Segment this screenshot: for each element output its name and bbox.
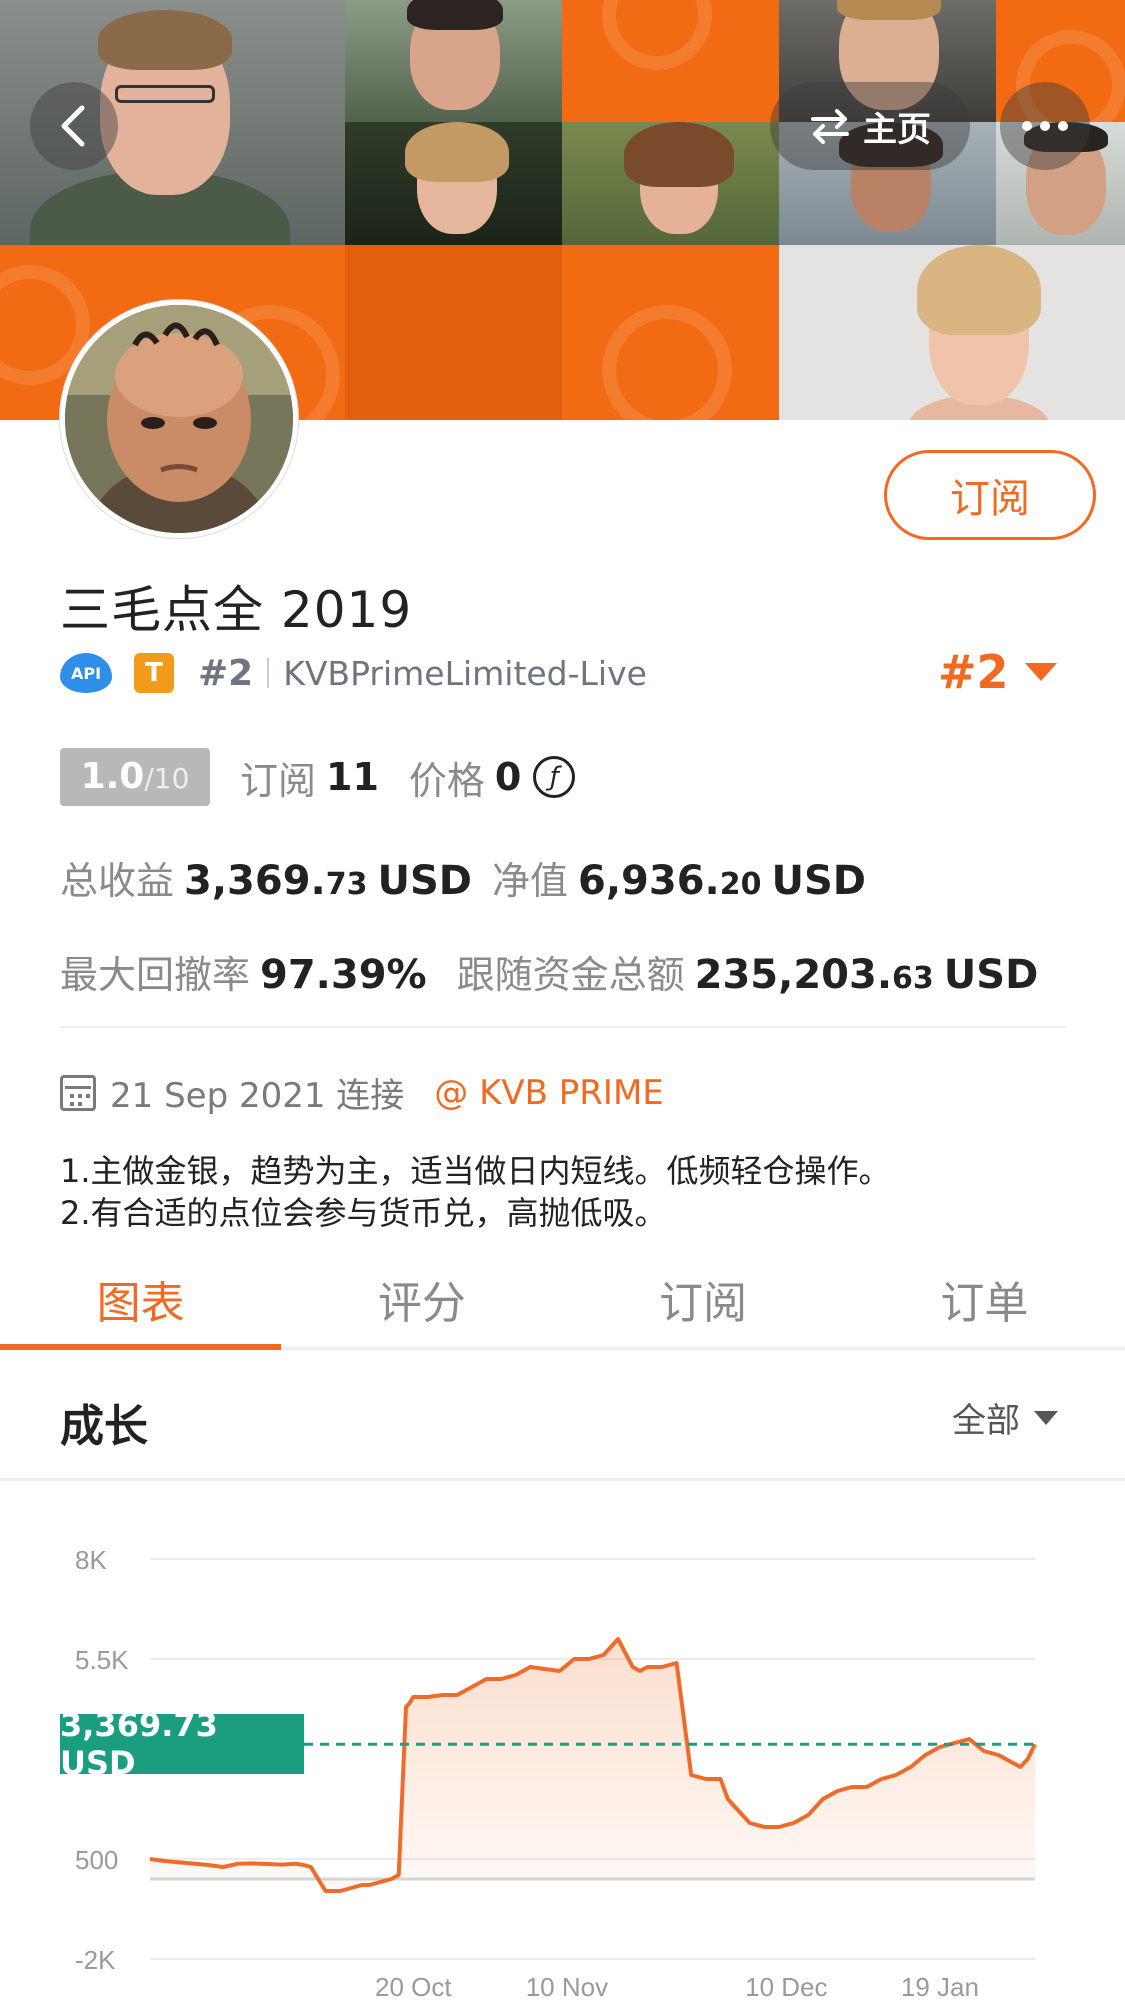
stats-row-profit: 总收益 3,369. 73 USD 净值 6,936. 20 USD xyxy=(60,850,866,905)
y-tick-label: 5.5K xyxy=(75,1645,129,1675)
equity-dec: 20 xyxy=(719,867,762,902)
divider xyxy=(267,658,270,688)
price-value: 0 xyxy=(494,755,522,799)
rank-small: #2 xyxy=(198,652,254,694)
follow-funds-unit: USD xyxy=(943,952,1039,998)
divider xyxy=(60,1026,1066,1028)
avatar xyxy=(60,300,298,538)
max-drawdown-label: 最大回撤率 xyxy=(60,953,251,997)
price-label: 价格 xyxy=(408,758,485,803)
back-button[interactable] xyxy=(30,82,118,170)
rank-value: #2 xyxy=(938,645,1009,699)
rank-dropdown[interactable]: #2 xyxy=(938,645,1057,699)
total-profit-int: 3,369. xyxy=(184,858,326,904)
description-line: 2.有合适的点位会参与货币兑，高抛低吸。 xyxy=(60,1194,667,1232)
connected-date: 21 Sep 2021 连接 xyxy=(110,1076,405,1116)
x-tick-label: 10 Nov xyxy=(526,1972,608,2001)
tab-orders[interactable]: 订单 xyxy=(844,1250,1125,1347)
profile-name: 三毛点全 2019 xyxy=(60,581,413,639)
broker-link[interactable]: @ KVB PRIME xyxy=(434,1073,663,1113)
tab-rating[interactable]: 评分 xyxy=(281,1250,562,1347)
banner-photo-woman-blonde xyxy=(345,122,562,245)
tab-bar: 图表 评分 订阅 订单 xyxy=(0,1250,1125,1350)
calendar-icon xyxy=(60,1074,96,1111)
banner-orange-tile xyxy=(345,245,562,420)
caret-down-icon xyxy=(1034,1410,1058,1425)
follow-funds-dec: 63 xyxy=(892,961,934,996)
y-tick-label: 500 xyxy=(75,1845,118,1875)
range-filter-label: 全部 xyxy=(952,1401,1020,1441)
more-button[interactable] xyxy=(1000,82,1090,170)
subscribers-label: 订阅 xyxy=(240,758,317,803)
banner-photo-woman-smiling xyxy=(779,245,1125,420)
score-value: 1.0 xyxy=(80,756,145,797)
banner-orange-tile xyxy=(562,0,779,122)
section-title: 成长 xyxy=(60,1401,148,1452)
total-profit-label: 总收益 xyxy=(60,859,175,903)
x-tick-label: 20 Oct xyxy=(375,1972,452,2001)
total-profit-unit: USD xyxy=(377,858,472,904)
equity-int: 6,936. xyxy=(578,858,720,904)
strategy-description: 1.主做金银，趋势为主，适当做日内短线。低频轻仓操作。 2.有合适的点位会参与货… xyxy=(60,1150,891,1234)
equity-unit: USD xyxy=(771,858,866,904)
home-label: 主页 xyxy=(863,109,931,150)
follow-funds-int: 235,203. xyxy=(694,952,893,998)
chevron-left-icon xyxy=(61,105,85,147)
api-badge: API xyxy=(60,653,112,693)
x-tick-label: 10 Dec xyxy=(745,1972,827,2001)
total-profit-dec: 73 xyxy=(325,867,368,902)
equity-label: 净值 xyxy=(491,859,568,903)
tab-subscriptions[interactable]: 订阅 xyxy=(563,1250,844,1347)
banner-orange-tile xyxy=(562,245,779,420)
y-tick-label: -2K xyxy=(75,1945,116,1975)
banner-photo-woman-brunette xyxy=(562,122,779,245)
home-button[interactable]: 主页 xyxy=(770,82,970,170)
caret-down-icon xyxy=(1024,663,1057,681)
tier-badge: T xyxy=(134,653,174,693)
swap-arrows-icon xyxy=(811,109,849,144)
subscribe-button[interactable]: 订阅 xyxy=(884,450,1096,540)
subscribers-value: 11 xyxy=(326,755,379,799)
stats-row-drawdown: 最大回撤率 97.39% 跟随资金总额 235,203. 63 USD xyxy=(60,944,1038,999)
follow-funds-label: 跟随资金总额 xyxy=(456,953,685,997)
description-line: 1.主做金银，趋势为主，适当做日内短线。低频轻仓操作。 xyxy=(60,1152,891,1190)
max-drawdown-value: 97.39% xyxy=(260,952,427,998)
broker-name: KVBPrimeLimited-Live xyxy=(283,653,647,693)
more-dots-icon xyxy=(1022,121,1068,131)
y-tick-label: 8K xyxy=(75,1545,107,1575)
stats-row-score: 1.0/10 订阅 11 价格 0 ƒ xyxy=(60,748,576,806)
score-max: /10 xyxy=(144,762,190,795)
growth-chart: 8K 5.5K 500 -2K 20 Oct 10 Nov 10 Dec 19 Jan 3,… xyxy=(0,1481,1125,2001)
coin-icon: ƒ xyxy=(533,756,576,798)
banner-photo-man-smiling xyxy=(345,0,562,122)
connected-row: 21 Sep 2021 连接 @ KVB PRIME xyxy=(60,1068,664,1117)
current-value-tag: 3,369.73 USD xyxy=(60,1706,304,1782)
tab-chart[interactable]: 图表 xyxy=(0,1250,282,1350)
profile-meta-row: API T #2 KVBPrimeLimited-Live xyxy=(60,648,647,698)
x-tick-label: 19 Jan xyxy=(901,1972,979,2001)
range-filter-dropdown[interactable]: 全部 xyxy=(952,1393,1058,1442)
score-badge: 1.0/10 xyxy=(60,748,210,806)
